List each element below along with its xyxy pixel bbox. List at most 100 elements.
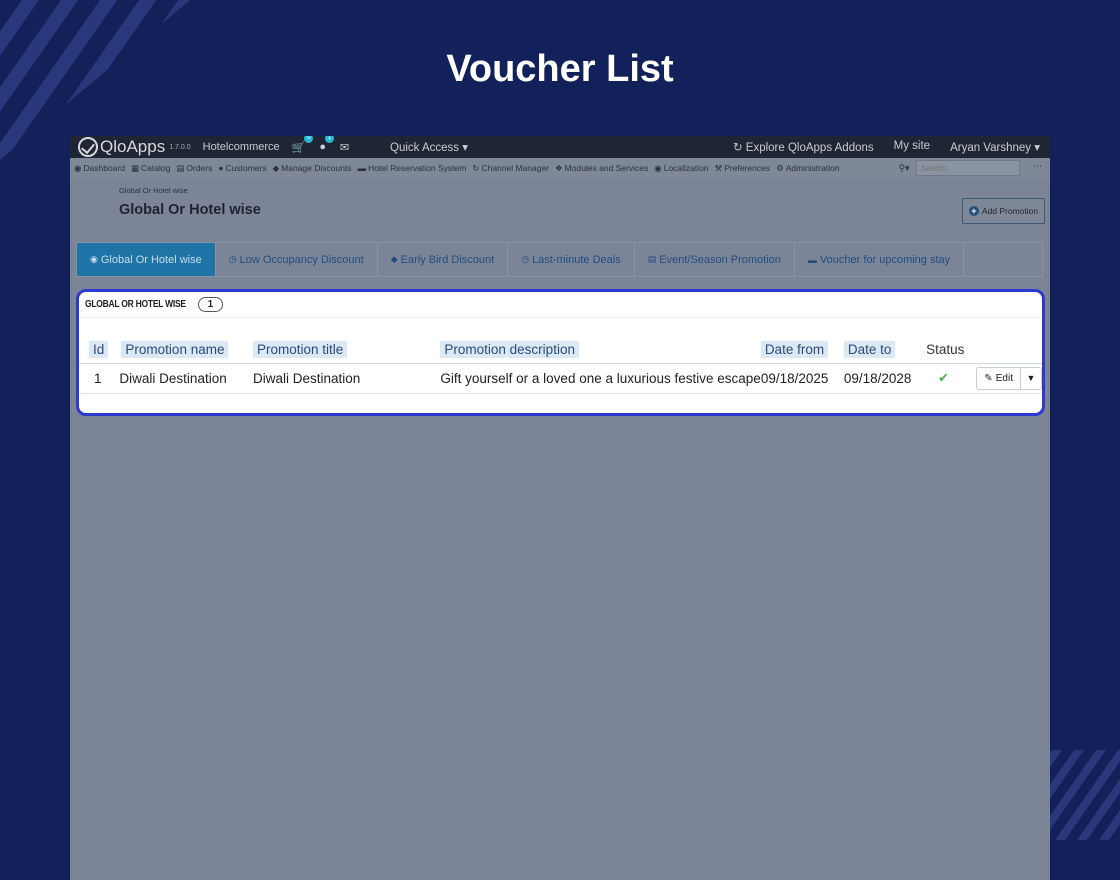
user-badge: 1 <box>325 136 335 143</box>
pencil-icon: ✎ <box>984 372 993 384</box>
nav-orders[interactable]: ▤ Orders <box>176 163 212 174</box>
cell-actions: ✎ Edit ▼ <box>976 362 1042 394</box>
nav-label: Hotel Reservation System <box>368 163 467 173</box>
col-promotion-title[interactable]: Promotion title <box>253 336 440 363</box>
nav-label: Orders <box>186 162 213 173</box>
col-promotion-description[interactable]: Promotion description <box>440 336 760 363</box>
col-date-from[interactable]: Date from <box>760 336 844 363</box>
puzzle-icon: ❖ <box>555 162 563 173</box>
cart-badge: 0 <box>304 136 314 143</box>
nav-localization[interactable]: ◉ Localization <box>654 163 708 174</box>
nav-label: Channel Manager <box>481 162 550 173</box>
panel-heading: GLOBAL OR HOTEL WISE 1 <box>79 292 1042 318</box>
cell-promotion-description: Gift yourself or a loved one a luxurious… <box>440 362 761 394</box>
brand-name: QloApps <box>100 137 166 156</box>
bed-icon: ▬ <box>357 163 367 173</box>
col-label: Status <box>926 341 965 357</box>
nav-modules[interactable]: ❖ Modules and Services <box>555 163 648 174</box>
nav-label: Preferences <box>724 162 771 173</box>
tab-low-occupancy-discount[interactable]: ◷ Low Occupancy Discount <box>216 243 378 276</box>
nav-catalog[interactable]: ▦ Catalog <box>131 163 170 174</box>
edit-label: Edit <box>995 372 1013 384</box>
col-label: Promotion description <box>440 340 579 358</box>
main-nav: ◉ Dashboard ▦ Catalog ▤ Orders ● Customers ◆… <box>70 158 1050 178</box>
col-label: Id <box>89 340 109 358</box>
nav-manage-discounts[interactable]: ◆ Manage Discounts <box>273 163 352 174</box>
tab-label: Last-minute Deals <box>532 253 621 266</box>
tag-icon: ◆ <box>390 254 398 264</box>
col-date-to[interactable]: Date to <box>843 336 926 363</box>
col-label: Date from <box>760 340 829 358</box>
col-id[interactable]: Id <box>79 336 119 363</box>
promotion-tabs: ◉ Global Or Hotel wise ◷ Low Occupancy Dis… <box>76 242 1043 277</box>
tab-early-bird-discount[interactable]: ◆ Early Bird Discount <box>378 243 509 276</box>
caret-down-icon[interactable]: ▼ <box>1021 373 1041 383</box>
promotion-table: Id Promotion name Promotion title Promot… <box>79 336 1042 394</box>
version: 1.7.0.0 <box>169 143 191 151</box>
cell-id: 1 <box>79 362 120 394</box>
tab-voucher-upcoming-stay[interactable]: ▬ Voucher for upcoming stay <box>795 243 965 276</box>
app-window: QloApps 1.7.0.0 Hotelcommerce 🛒 0 ● 1 ✉ Qu… <box>70 136 1050 880</box>
tab-last-minute-deals[interactable]: ◷ Last-minute Deals <box>508 243 635 276</box>
more-icon[interactable]: ⋯ <box>1033 161 1042 172</box>
logo[interactable]: QloApps 1.7.0.0 <box>78 137 191 157</box>
quick-access-menu[interactable]: Quick Access ▾ <box>390 140 468 154</box>
nav-label: Localization <box>663 162 709 173</box>
nav-dashboard[interactable]: ◉ Dashboard <box>74 163 125 174</box>
users-icon: ● <box>218 163 224 173</box>
nav-hotel-reservation[interactable]: ▬ Hotel Reservation System <box>358 163 467 173</box>
cell-status[interactable]: ✔ <box>926 362 977 394</box>
calendar-icon: ▤ <box>647 254 657 264</box>
gear-icon: ⚙ <box>776 162 784 173</box>
top-bar: QloApps 1.7.0.0 Hotelcommerce 🛒 0 ● 1 ✉ Qu… <box>70 136 1050 158</box>
page-title: Global Or Hotel wise <box>119 202 261 218</box>
nav-label: Customers <box>225 163 267 173</box>
cell-promotion-name: Diwali Destination <box>119 362 253 394</box>
tab-event-season-promotion[interactable]: ▤ Event/Season Promotion <box>635 243 795 276</box>
explore-addons-link[interactable]: ↻ Explore QloApps Addons <box>733 140 874 154</box>
promotion-list-panel: GLOBAL OR HOTEL WISE 1 Id Promotion name… <box>76 289 1045 416</box>
user-menu[interactable]: Aryan Varshney ▾ <box>950 140 1040 154</box>
cart-icon[interactable]: 🛒 0 <box>292 136 314 154</box>
add-promotion-button[interactable]: + Add Promotion <box>962 198 1045 224</box>
explore-addons-label: Explore QloApps Addons <box>745 142 874 154</box>
my-site-link[interactable]: My site <box>894 140 930 154</box>
search-input[interactable] <box>916 160 1020 176</box>
search-icon[interactable]: ⚲▾ <box>892 163 916 174</box>
col-label: Promotion title <box>253 340 348 358</box>
nav-label: Administration <box>785 162 840 173</box>
user-icon[interactable]: ● 1 <box>319 136 335 153</box>
tab-label: Voucher for upcoming stay <box>819 253 951 266</box>
dashboard-icon: ◉ <box>74 162 82 173</box>
tab-label: Global Or Hotel wise <box>100 253 202 266</box>
col-actions <box>976 336 1042 363</box>
edit-button[interactable]: ✎ Edit <box>977 367 1021 389</box>
wrench-icon: ⚒ <box>714 162 723 173</box>
col-promotion-name[interactable]: Promotion name <box>119 336 253 363</box>
breadcrumb[interactable]: Global Or Hotel wise <box>119 186 188 195</box>
puzzle-icon: ↻ <box>732 142 746 154</box>
check-icon: ✔ <box>938 370 950 385</box>
row-actions: ✎ Edit ▼ <box>976 366 1042 390</box>
count-badge: 1 <box>197 297 224 312</box>
clock-icon: ◷ <box>228 254 237 264</box>
cell-date-from: 09/18/2025 <box>760 362 844 394</box>
nav-preferences[interactable]: ⚒ Preferences <box>715 163 770 174</box>
cell-promotion-title: Diwali Destination <box>253 362 441 394</box>
decorative-stripes <box>1040 750 1120 840</box>
shop-link[interactable]: Hotelcommerce <box>203 141 280 153</box>
bed-icon: ▬ <box>807 254 817 265</box>
nav-customers[interactable]: ● Customers <box>218 163 266 173</box>
nav-administration[interactable]: ⚙ Administration <box>776 163 839 174</box>
nav-label: Dashboard <box>83 162 126 173</box>
cell-date-to: 09/18/2028 <box>843 362 927 394</box>
col-label: Promotion name <box>121 340 229 358</box>
nav-label: Manage Discounts <box>281 162 352 173</box>
table-row[interactable]: 1 Diwali Destination Diwali Destination … <box>79 362 1042 394</box>
nav-channel-manager[interactable]: ↻ Channel Manager <box>472 163 549 174</box>
envelope-icon[interactable]: ✉ <box>340 141 349 154</box>
search-box: ⚲▾ <box>892 160 1020 176</box>
clock-icon: ◷ <box>521 254 530 264</box>
page-heading: Voucher List <box>446 48 674 90</box>
tab-global-or-hotel-wise[interactable]: ◉ Global Or Hotel wise <box>77 243 216 276</box>
